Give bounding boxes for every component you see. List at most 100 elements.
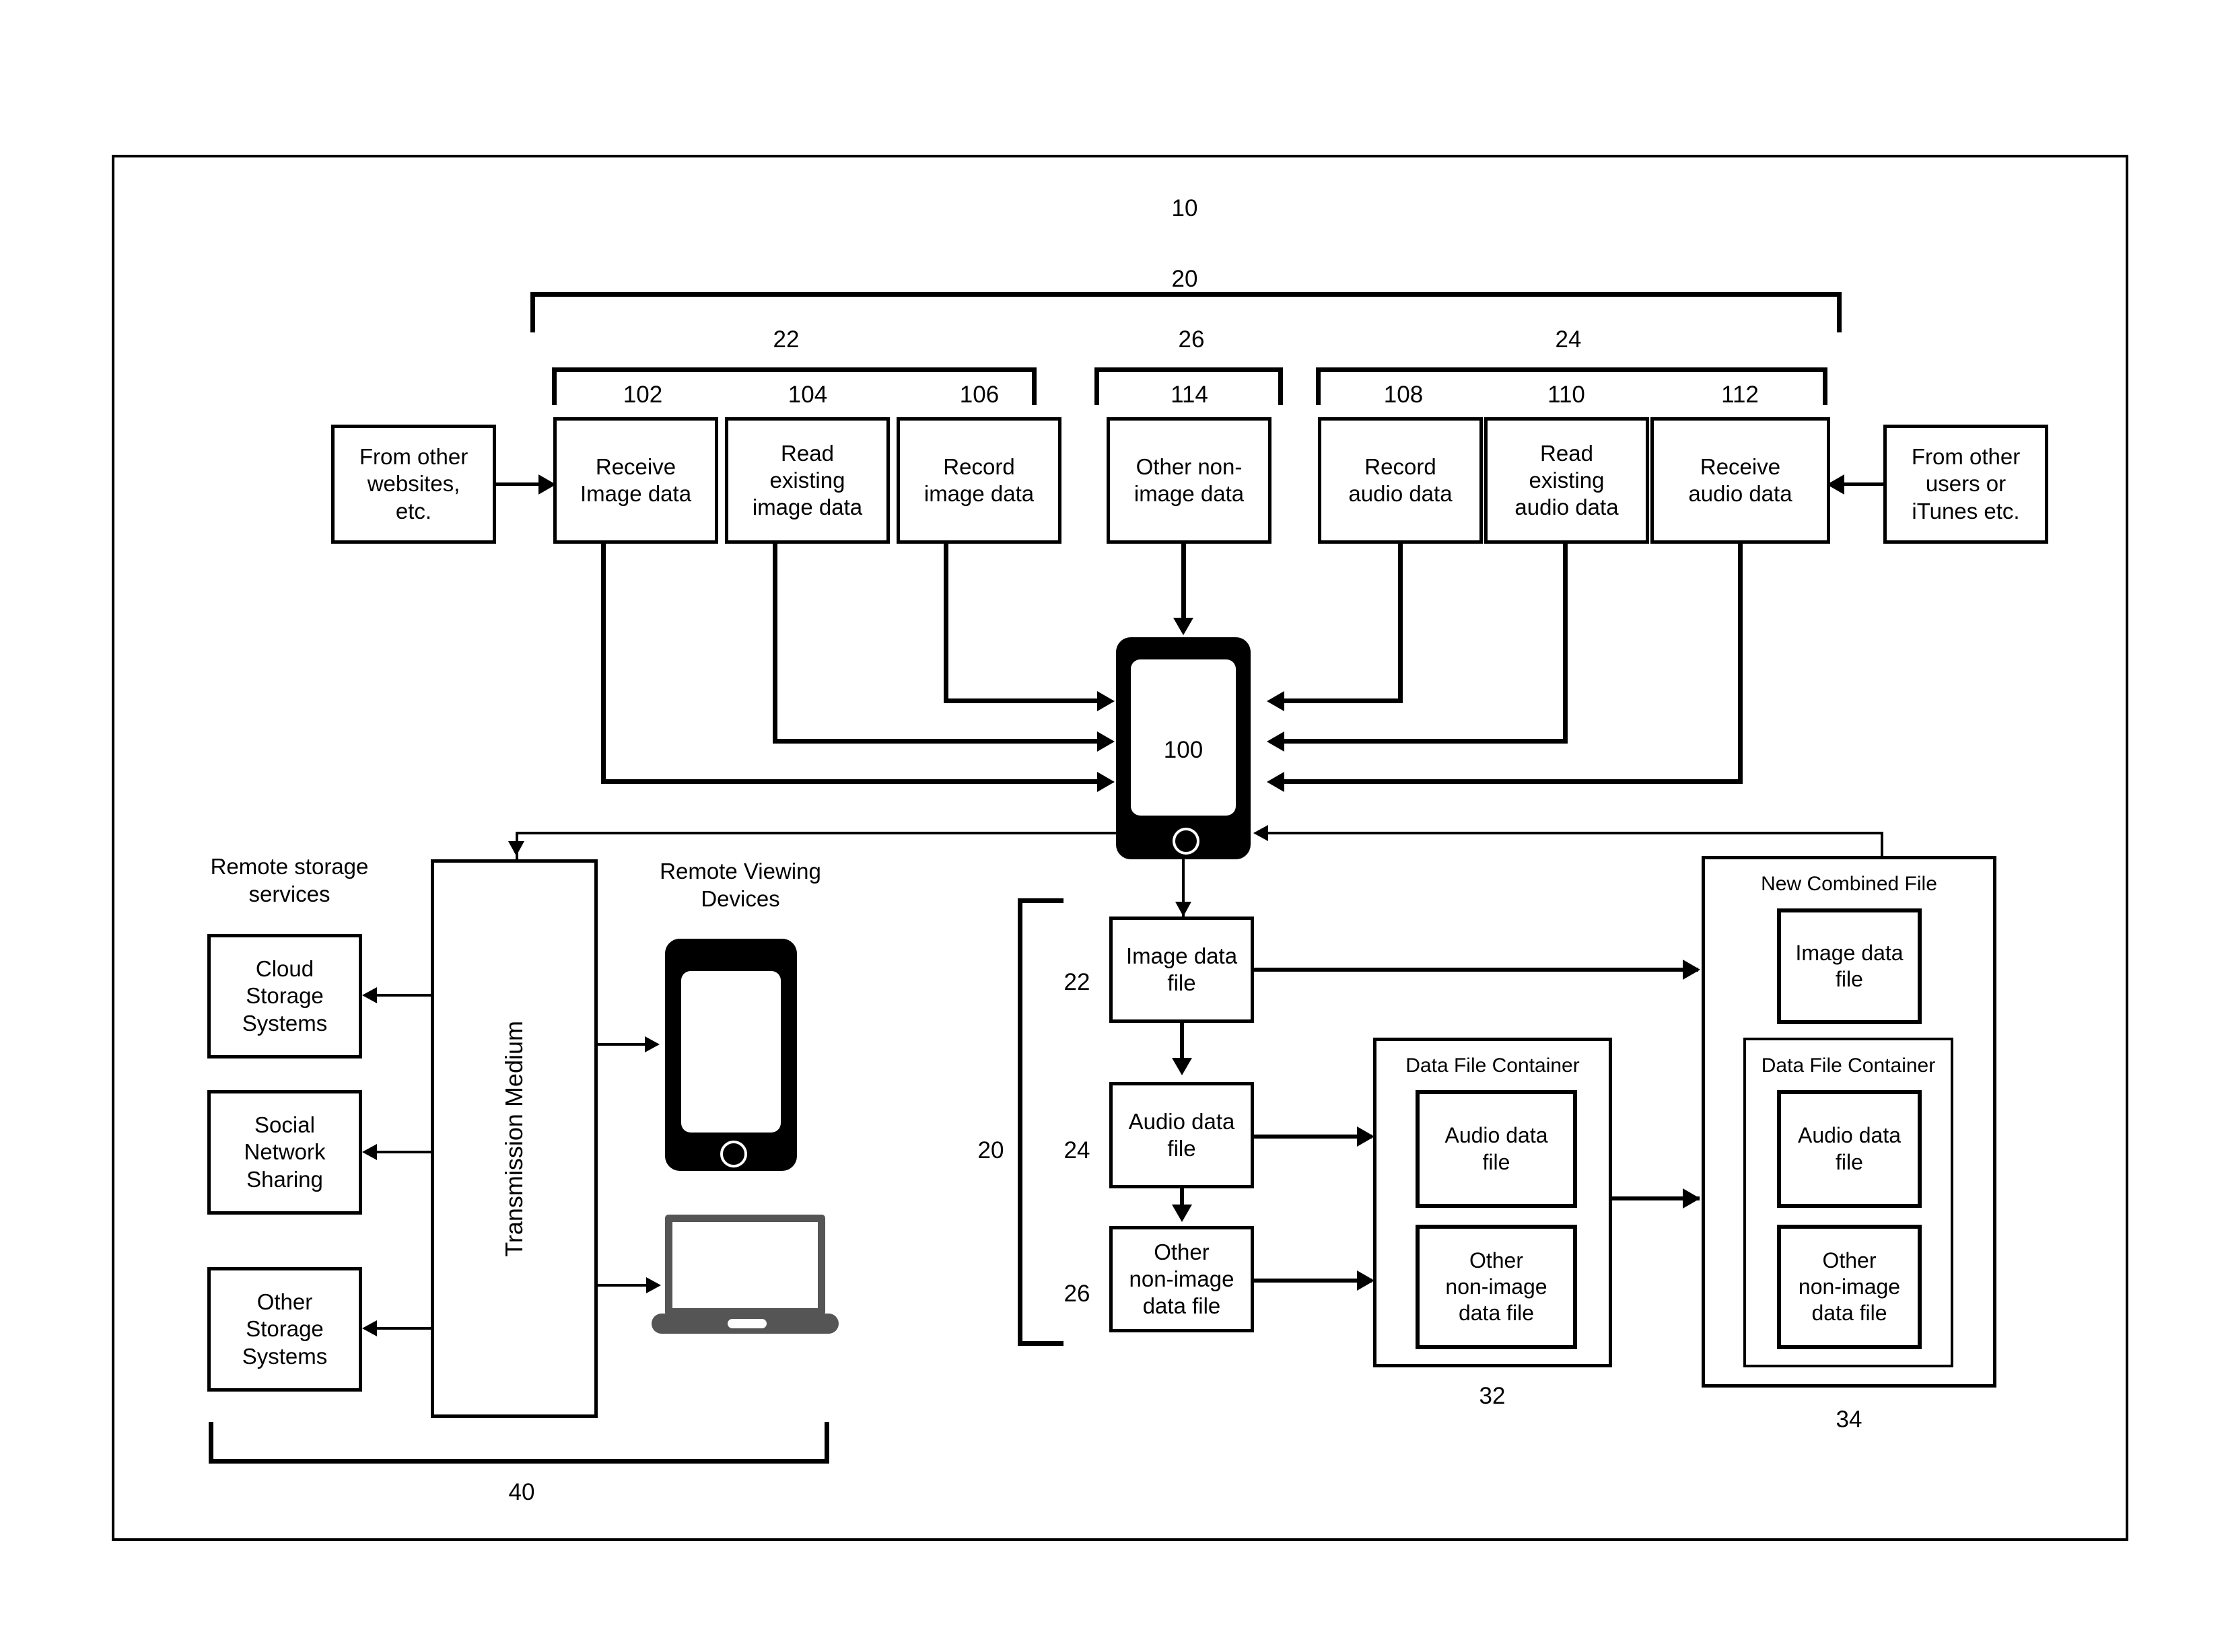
connector-transmission-to-laptop	[598, 1284, 652, 1287]
connector-106-horizontal	[944, 698, 1102, 703]
connector-102-vertical	[601, 544, 606, 783]
box-num-104: 104	[788, 382, 828, 408]
file-box-image: Image data file	[1109, 917, 1254, 1023]
storage-box-other: Other Storage Systems	[207, 1267, 362, 1392]
file-box-audio: Audio data file	[1109, 1082, 1254, 1188]
device-home-button-icon	[1173, 828, 1199, 855]
connector-transmission-to-phone	[598, 1043, 648, 1046]
connector-audio-to-container	[1254, 1135, 1372, 1139]
connector-108-horizontal	[1282, 698, 1403, 703]
box-num-110: 110	[1547, 382, 1585, 408]
arrowhead-104-to-device	[1097, 731, 1115, 752]
arrowhead-audio-to-other	[1172, 1205, 1192, 1222]
box-num-108: 108	[1383, 382, 1424, 408]
box-num-106: 106	[959, 382, 1000, 408]
storage-box-cloud: Cloud Storage Systems	[207, 934, 362, 1058]
container-other-file-box: Other non-image data file	[1416, 1225, 1577, 1349]
combined-image-file-box: Image data file	[1777, 908, 1922, 1024]
arrowhead-to-transmission	[508, 841, 524, 856]
connector-114-vertical	[1181, 544, 1186, 619]
arrowhead-transmission-to-laptop	[646, 1277, 661, 1293]
source-box-users: From other users or iTunes etc.	[1883, 425, 2048, 544]
files-label-26: 26	[1063, 1281, 1090, 1307]
figure-label-26: 26	[1178, 326, 1205, 353]
connector-transmission-to-social	[377, 1151, 432, 1153]
remote-phone-screen	[681, 971, 781, 1133]
file-box-other: Other non-image data file	[1109, 1226, 1254, 1332]
source-box-websites: From other websites, etc.	[331, 425, 496, 544]
arrowhead-audio-to-container	[1357, 1126, 1374, 1147]
capture-box-114: Other non- image data	[1107, 417, 1271, 544]
bracket-group-40	[209, 1422, 829, 1464]
capture-box-112: Receive audio data	[1650, 417, 1830, 544]
connector-110-horizontal	[1282, 739, 1568, 744]
arrowhead-image-to-audio	[1172, 1058, 1192, 1075]
connector-websites-to-102	[496, 482, 543, 486]
figure-canvas: 10 20 22 26 24 102 104 106 114 108 110 1…	[0, 0, 2232, 1652]
figure-label-22: 22	[773, 326, 800, 353]
laptop-screen	[665, 1215, 825, 1316]
transmission-medium-label: Transmission Medium	[500, 1020, 528, 1257]
arrowhead-other-to-container	[1357, 1270, 1374, 1291]
figure-label-10: 10	[1171, 195, 1198, 221]
connector-110-vertical	[1563, 544, 1568, 742]
connector-other-to-container	[1254, 1279, 1372, 1283]
arrowhead-108-to-device	[1267, 691, 1284, 711]
arrowhead-transmission-to-other	[362, 1320, 377, 1336]
storage-box-social: Social Network Sharing	[207, 1090, 362, 1215]
connector-108-vertical	[1398, 544, 1403, 702]
connector-106-vertical	[944, 544, 948, 702]
connector-112-horizontal	[1282, 779, 1743, 784]
arrowhead-transmission-to-phone	[645, 1036, 660, 1052]
connector-device-to-transmission	[516, 832, 1119, 834]
capture-box-102: Receive Image data	[553, 417, 718, 544]
arrowhead-device-to-image-file	[1175, 902, 1191, 917]
combined-audio-file-box: Audio data file	[1777, 1090, 1922, 1208]
combined-label-34: 34	[1836, 1406, 1862, 1433]
new-combined-file-title: New Combined File	[1761, 873, 1937, 895]
arrowhead-combined-to-device	[1253, 825, 1268, 841]
remote-viewing-title: Remote Viewing Devices	[660, 859, 821, 911]
connector-transmission-to-cloud	[377, 994, 432, 997]
connector-112-vertical	[1738, 544, 1743, 783]
arrowhead-container-to-combined	[1683, 1188, 1700, 1209]
connector-102-horizontal	[601, 779, 1102, 784]
bracket-files-group-20	[1018, 898, 1063, 1346]
arrowhead-image-to-combined	[1683, 960, 1700, 980]
combined-data-file-container-title: Data File Container	[1761, 1054, 1936, 1077]
capture-box-110: Read existing audio data	[1484, 417, 1649, 544]
container-audio-file-box: Audio data file	[1416, 1090, 1577, 1208]
arrowhead-106-to-device	[1097, 691, 1115, 711]
data-file-container-title: Data File Container	[1405, 1054, 1580, 1077]
box-num-102: 102	[623, 382, 663, 408]
arrowhead-110-to-device	[1267, 731, 1284, 752]
arrowhead-102-to-device	[1097, 772, 1115, 792]
remote-viewing-laptop-icon	[652, 1215, 839, 1336]
remote-phone-home-button-icon	[720, 1141, 747, 1168]
connector-transmission-to-other	[377, 1327, 432, 1330]
transmission-medium-box: Transmission Medium	[431, 859, 598, 1418]
arrowhead-transmission-to-social	[362, 1144, 377, 1160]
files-label-22: 22	[1063, 969, 1090, 995]
remote-viewing-phone-icon	[665, 939, 797, 1171]
laptop-trackpad	[728, 1319, 767, 1328]
remote-storage-title: Remote storage services	[210, 854, 369, 906]
capture-box-108: Record audio data	[1318, 417, 1483, 544]
device-number-100: 100	[1163, 737, 1204, 763]
arrowhead-transmission-to-cloud	[362, 987, 377, 1003]
connector-104-vertical	[773, 544, 777, 742]
figure-label-24: 24	[1555, 326, 1582, 353]
files-label-20: 20	[977, 1137, 1004, 1163]
capture-box-104: Read existing image data	[725, 417, 890, 544]
capture-box-106: Record image data	[897, 417, 1061, 544]
arrowhead-114-to-device	[1173, 618, 1193, 635]
box-num-114: 114	[1171, 382, 1208, 408]
arrowhead-112-to-device	[1267, 772, 1284, 792]
figure-label-40: 40	[508, 1479, 535, 1505]
combined-other-file-box: Other non-image data file	[1777, 1225, 1922, 1349]
container-label-32: 32	[1479, 1383, 1506, 1409]
connector-combined-to-device	[1267, 832, 1883, 834]
connector-image-to-combined	[1254, 968, 1698, 972]
box-num-112: 112	[1721, 382, 1759, 408]
connector-104-horizontal	[773, 739, 1102, 744]
